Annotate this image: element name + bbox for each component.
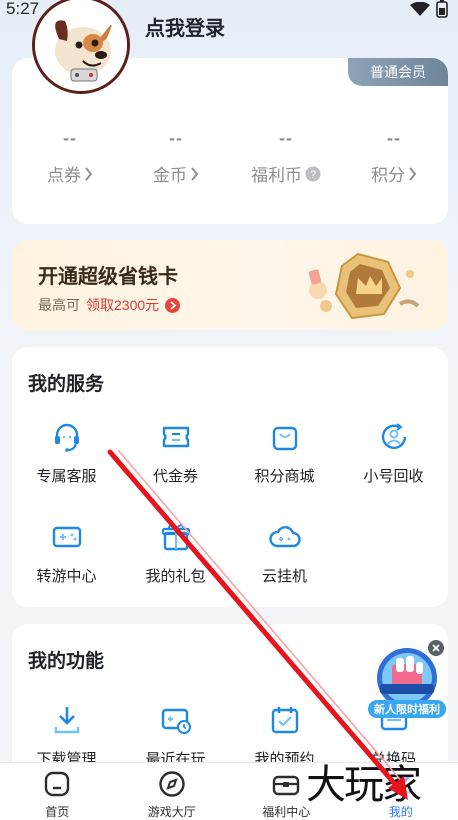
shopping-bag-icon xyxy=(272,426,297,451)
svg-text:?: ? xyxy=(310,169,316,181)
asset-welfare-coin[interactable]: -- 福利币 ? xyxy=(236,128,336,186)
download-icon xyxy=(54,707,79,734)
watermark-text: 大玩家 xyxy=(306,762,422,808)
crown-coin-illustration-icon xyxy=(308,252,420,320)
gift-icon xyxy=(161,524,190,551)
headset-icon xyxy=(54,423,79,452)
home-icon xyxy=(45,771,70,797)
saver-sub-prefix: 最高可 xyxy=(38,297,80,313)
service-label: 积分商城 xyxy=(254,468,315,485)
service-transfer-center[interactable]: 转游中心 xyxy=(12,519,121,586)
help-icon[interactable]: ? xyxy=(305,166,321,182)
saver-subtitle: 最高可 领取2300元 xyxy=(38,295,181,315)
recent-play-icon xyxy=(161,708,191,734)
asset-label: 福利币 xyxy=(251,166,302,185)
voucher-icon xyxy=(162,426,189,448)
service-label: 小号回收 xyxy=(363,468,424,485)
nav-game-hall[interactable]: 游戏大厅 xyxy=(115,763,230,820)
chevron-right-icon xyxy=(191,166,199,181)
asset-coupon[interactable]: -- 点券 xyxy=(20,128,120,186)
asset-label: 积分 xyxy=(371,166,405,185)
saver-sub-highlight: 领取2300元 xyxy=(86,297,160,313)
service-cloud-hosting[interactable]: 云挂机 xyxy=(230,519,339,586)
service-label: 专属客服 xyxy=(36,468,97,485)
cloud-game-icon xyxy=(268,526,301,548)
compass-icon xyxy=(159,771,185,797)
login-link[interactable]: 点我登录 xyxy=(145,12,225,41)
chevron-right-icon xyxy=(409,166,417,181)
gamepad-icon xyxy=(52,526,81,548)
services-panel: 我的服务 专属客服 代金券 积分商城 小号回收 转游中心 我的礼包 云挂机 xyxy=(12,347,448,607)
service-points-mall[interactable]: 积分商城 xyxy=(230,419,339,486)
service-customer-support[interactable]: 专属客服 xyxy=(12,419,121,486)
service-voucher[interactable]: 代金券 xyxy=(121,419,230,486)
battery-icon xyxy=(436,0,448,18)
chevron-right-icon xyxy=(85,166,93,181)
newbie-welfare-floating-ad[interactable]: 新人限时福利 xyxy=(366,638,448,720)
nav-home[interactable]: 首页 xyxy=(0,763,115,820)
service-my-gifts[interactable]: 我的礼包 xyxy=(121,519,230,586)
service-label: 转游中心 xyxy=(36,568,97,585)
wifi-icon xyxy=(410,2,430,16)
arrow-right-circle-icon xyxy=(165,297,181,313)
functions-title: 我的功能 xyxy=(28,651,105,672)
asset-value: -- xyxy=(279,128,293,148)
member-level-badge[interactable]: 普通会员 xyxy=(348,58,448,86)
super-saver-card-banner[interactable]: 开通超级省钱卡 最高可 领取2300元 xyxy=(12,240,448,330)
float-ad-label: 新人限时福利 xyxy=(368,700,446,718)
asset-gold[interactable]: -- 金币 xyxy=(126,128,226,186)
avatar[interactable] xyxy=(32,0,130,94)
status-time: 5:27 xyxy=(6,0,40,18)
dog-mascot-icon xyxy=(35,0,127,91)
nav-label: 福利中心 xyxy=(262,805,311,819)
service-label: 我的礼包 xyxy=(145,568,206,585)
asset-value: -- xyxy=(387,128,401,148)
nav-label: 首页 xyxy=(45,805,70,819)
asset-value: -- xyxy=(169,128,183,148)
asset-label: 点券 xyxy=(47,166,81,185)
asset-label: 金币 xyxy=(153,166,187,185)
status-icons xyxy=(410,0,448,18)
services-title: 我的服务 xyxy=(28,374,105,395)
nav-label: 游戏大厅 xyxy=(147,805,196,819)
function-download-manager[interactable]: 下载管理 xyxy=(12,702,121,769)
asset-value: -- xyxy=(63,128,77,148)
asset-points[interactable]: -- 积分 xyxy=(344,128,444,186)
function-recent-play[interactable]: 最近在玩 xyxy=(121,702,230,769)
service-label: 代金券 xyxy=(152,468,198,485)
service-account-recycle[interactable]: 小号回收 xyxy=(339,419,448,486)
recycle-user-icon xyxy=(381,423,406,449)
service-label: 云挂机 xyxy=(261,568,307,585)
calendar-icon xyxy=(271,707,298,734)
treasure-chest-icon xyxy=(273,775,300,796)
close-icon[interactable] xyxy=(428,640,444,656)
saver-title: 开通超级省钱卡 xyxy=(38,266,178,288)
